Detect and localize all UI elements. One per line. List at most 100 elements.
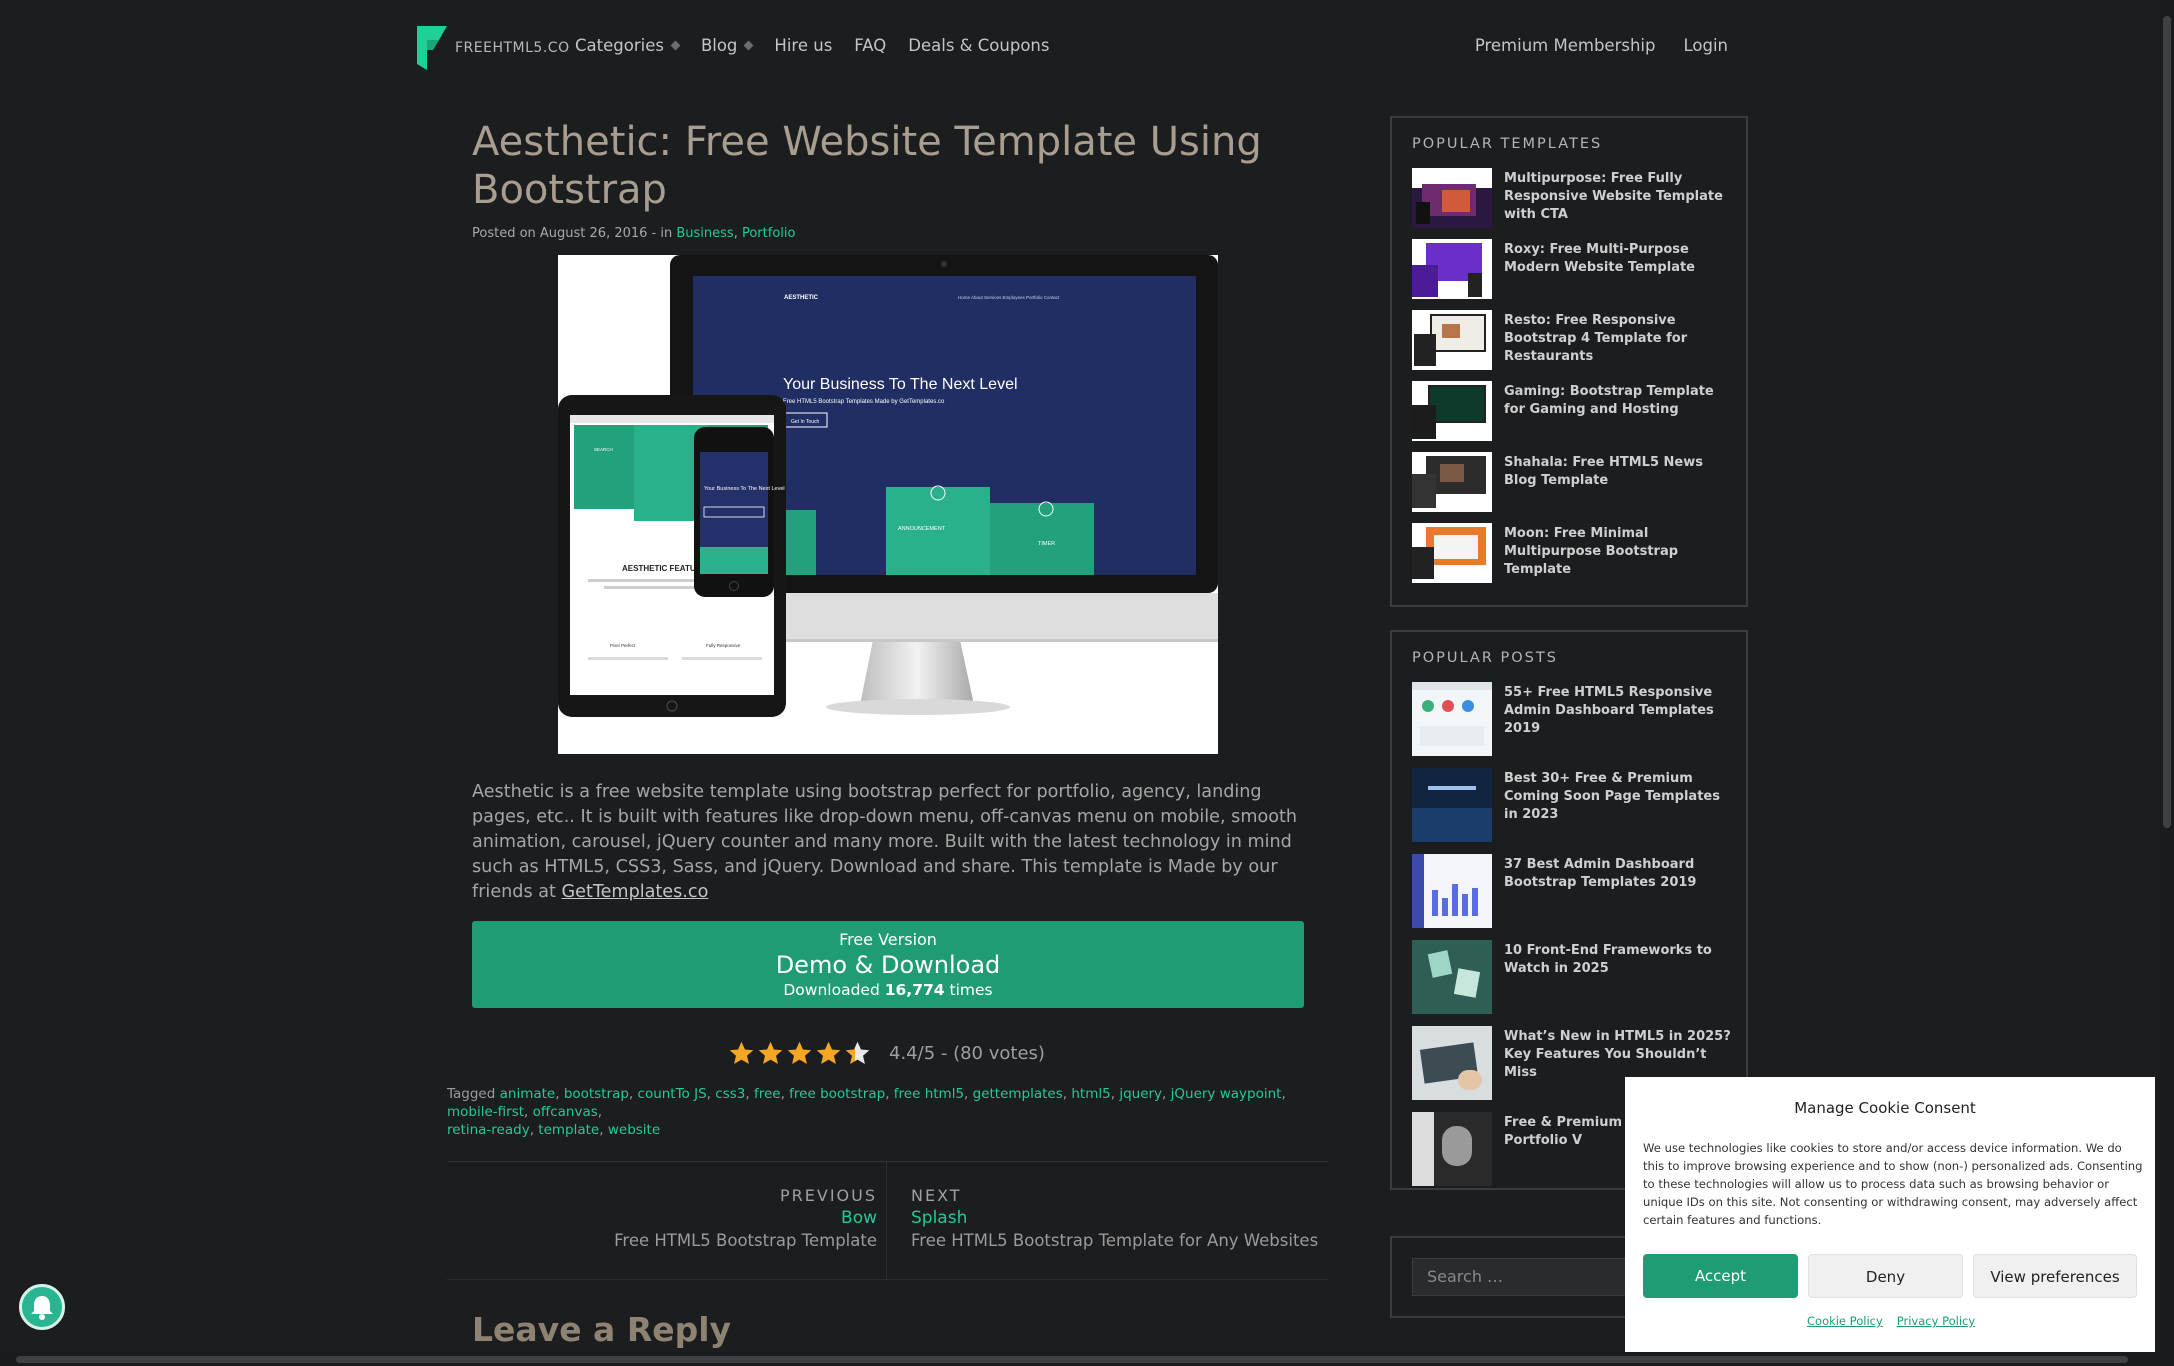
- svg-text:Home About Services Empl: Home About Services Employees Portfolio …: [958, 295, 1060, 300]
- download-count-prefix: Downloaded: [783, 981, 880, 999]
- post-thumbnail: [1412, 854, 1492, 928]
- tag-link[interactable]: free: [754, 1086, 781, 1102]
- post-item-title: 37 Best Admin Dashboard Bootstrap Templa…: [1504, 857, 1697, 890]
- gettemplates-link[interactable]: GetTemplates.co: [562, 882, 709, 902]
- horizontal-scrollbar[interactable]: [0, 1352, 2160, 1366]
- post-thumbnail: [1412, 1026, 1492, 1100]
- tag-link[interactable]: jQuery waypoint: [1171, 1086, 1282, 1102]
- template-item-title: Multipurpose: Free Fully Responsive Webs…: [1504, 171, 1723, 222]
- rating-text: 4.4/5 - (80 votes): [889, 1043, 1045, 1064]
- previous-title: Bow: [841, 1208, 877, 1228]
- tag-link[interactable]: mobile-first: [447, 1104, 524, 1120]
- tag-link[interactable]: template: [538, 1122, 599, 1138]
- popular-posts-title: POPULAR POSTS: [1412, 650, 1558, 666]
- partial-star-icon[interactable]: [844, 1040, 871, 1067]
- notification-bell-button[interactable]: [19, 1284, 65, 1330]
- post-item[interactable]: 55+ Free HTML5 Responsive Admin Dashboar…: [1412, 682, 1732, 756]
- post-thumbnail: [1412, 1112, 1492, 1186]
- next-post-link[interactable]: NEXT Splash Free HTML5 Bootstrap Templat…: [911, 1186, 1318, 1250]
- vertical-scrollbar[interactable]: [2160, 0, 2174, 1366]
- demo-download-button[interactable]: Free Version Demo & Download Downloaded …: [472, 921, 1304, 1008]
- post-thumbnail: [1412, 940, 1492, 1014]
- tag-link[interactable]: animate: [500, 1086, 556, 1102]
- tag-link[interactable]: retina-ready: [447, 1122, 530, 1138]
- phone-headline: Your Business To The Next Level: [704, 486, 785, 492]
- tag-link[interactable]: countTo JS: [638, 1086, 707, 1102]
- menu-faq[interactable]: FAQ: [854, 36, 886, 55]
- tag-link[interactable]: bootstrap: [564, 1086, 629, 1102]
- article-title-line-2: Bootstrap: [472, 167, 667, 213]
- template-item[interactable]: Shahala: Free HTML5 News Blog Template: [1412, 452, 1732, 512]
- horizontal-scrollbar-thumb[interactable]: [16, 1356, 2128, 1363]
- post-date: Posted on August 26, 2016 - in: [472, 226, 673, 241]
- mockup-brand-text: AESTHETIC: [784, 295, 819, 301]
- template-item[interactable]: Multipurpose: Free Fully Responsive Webs…: [1412, 168, 1732, 228]
- top-navigation: FREEHTML5.CO Categories Blog Hire us FAQ…: [0, 0, 2160, 95]
- menu-hire-us[interactable]: Hire us: [774, 36, 832, 55]
- cookie-text: We use technologies like cookies to stor…: [1643, 1141, 2143, 1227]
- popular-templates-title: POPULAR TEMPLATES: [1412, 136, 1603, 152]
- cookie-consent-banner: Manage Cookie Consent We use technologie…: [1625, 1077, 2155, 1361]
- tag-link[interactable]: free html5: [894, 1086, 964, 1102]
- leave-reply-heading: Leave a Reply: [472, 1310, 732, 1349]
- bell-icon: [31, 1296, 53, 1320]
- star-icon[interactable]: [786, 1040, 813, 1067]
- category-link-business[interactable]: Business: [676, 226, 733, 241]
- template-item-title: Resto: Free Responsive Bootstrap 4 Templ…: [1504, 313, 1688, 364]
- cookie-preferences-button[interactable]: View preferences: [1973, 1254, 2137, 1298]
- post-nav-divider: [886, 1162, 887, 1279]
- tag-link[interactable]: offcanvas: [533, 1104, 598, 1120]
- menu-blog[interactable]: Blog: [700, 36, 754, 55]
- site-logo[interactable]: FREEHTML5.CO: [417, 26, 570, 70]
- mockup-box-label-3: TIMER: [1038, 541, 1055, 547]
- template-item[interactable]: Resto: Free Responsive Bootstrap 4 Templ…: [1412, 310, 1732, 370]
- tag-link[interactable]: gettemplates: [973, 1086, 1063, 1102]
- post-item[interactable]: Best 30+ Free & Premium Coming Soon Page…: [1412, 768, 1732, 842]
- template-thumbnail: [1412, 523, 1492, 583]
- login-link[interactable]: Login: [1683, 36, 1728, 55]
- template-item[interactable]: Roxy: Free Multi-Purpose Modern Website …: [1412, 239, 1732, 299]
- device-mockup-illustration: AESTHETIC Home About Services Employees …: [558, 255, 1218, 717]
- search-input[interactable]: Search …: [1412, 1258, 1642, 1296]
- star-icon[interactable]: [815, 1040, 842, 1067]
- template-thumbnail: [1412, 239, 1492, 299]
- download-label-main: Demo & Download: [775, 951, 1001, 979]
- next-title: Splash: [911, 1208, 968, 1228]
- menu-faq-label: FAQ: [854, 36, 887, 55]
- menu-deals[interactable]: Deals & Coupons: [908, 36, 1049, 55]
- tablet-feature-2: Fully Responsive: [706, 643, 741, 648]
- post-thumbnail: [1412, 768, 1492, 842]
- template-item-title: Moon: Free Minimal Multipurpose Bootstra…: [1504, 526, 1679, 577]
- tag-link[interactable]: html5: [1071, 1086, 1110, 1102]
- account-menu: Premium Membership Login: [1475, 36, 1728, 55]
- template-item[interactable]: Moon: Free Minimal Multipurpose Bootstra…: [1412, 523, 1732, 583]
- category-link-portfolio[interactable]: Portfolio: [742, 226, 795, 241]
- tag-link[interactable]: css3: [715, 1086, 745, 1102]
- post-item[interactable]: 10 Front-End Frameworks to Watch in 2025: [1412, 940, 1732, 1014]
- download-count-value: 16,774: [884, 981, 945, 999]
- download-count: Downloaded 16,774 times: [472, 981, 1304, 999]
- template-item[interactable]: Gaming: Bootstrap Template for Gaming an…: [1412, 381, 1732, 441]
- tags-prefix: Tagged: [447, 1086, 496, 1102]
- tag-link[interactable]: website: [608, 1122, 660, 1138]
- download-label-top: Free Version: [839, 930, 937, 949]
- previous-post-link[interactable]: PREVIOUS Bow Free HTML5 Bootstrap Templa…: [614, 1186, 877, 1250]
- template-item-title: Gaming: Bootstrap Template for Gaming an…: [1504, 384, 1714, 417]
- menu-categories[interactable]: Categories: [575, 36, 681, 55]
- premium-membership-link[interactable]: Premium Membership: [1475, 36, 1656, 55]
- post-meta: Posted on August 26, 2016 - in Business,…: [472, 226, 796, 241]
- post-navigation: PREVIOUS Bow Free HTML5 Bootstrap Templa…: [447, 1161, 1328, 1280]
- cookie-policy-link[interactable]: Cookie Policy: [1807, 1314, 1883, 1328]
- post-item-title: Best 30+ Free & Premium Coming Soon Page…: [1504, 771, 1720, 822]
- star-icon[interactable]: [757, 1040, 784, 1067]
- post-item[interactable]: 37 Best Admin Dashboard Bootstrap Templa…: [1412, 854, 1732, 928]
- cookie-accept-button[interactable]: Accept: [1643, 1254, 1798, 1298]
- vertical-scrollbar-thumb[interactable]: [2163, 16, 2171, 828]
- privacy-policy-link[interactable]: Privacy Policy: [1897, 1314, 1975, 1328]
- tag-link[interactable]: free bootstrap: [789, 1086, 885, 1102]
- menu-blog-label: Blog: [700, 36, 738, 55]
- star-icon[interactable]: [728, 1040, 755, 1067]
- cookie-deny-button[interactable]: Deny: [1808, 1254, 1963, 1298]
- menu-hire-us-label: Hire us: [774, 36, 833, 55]
- tag-link[interactable]: jquery: [1119, 1086, 1162, 1102]
